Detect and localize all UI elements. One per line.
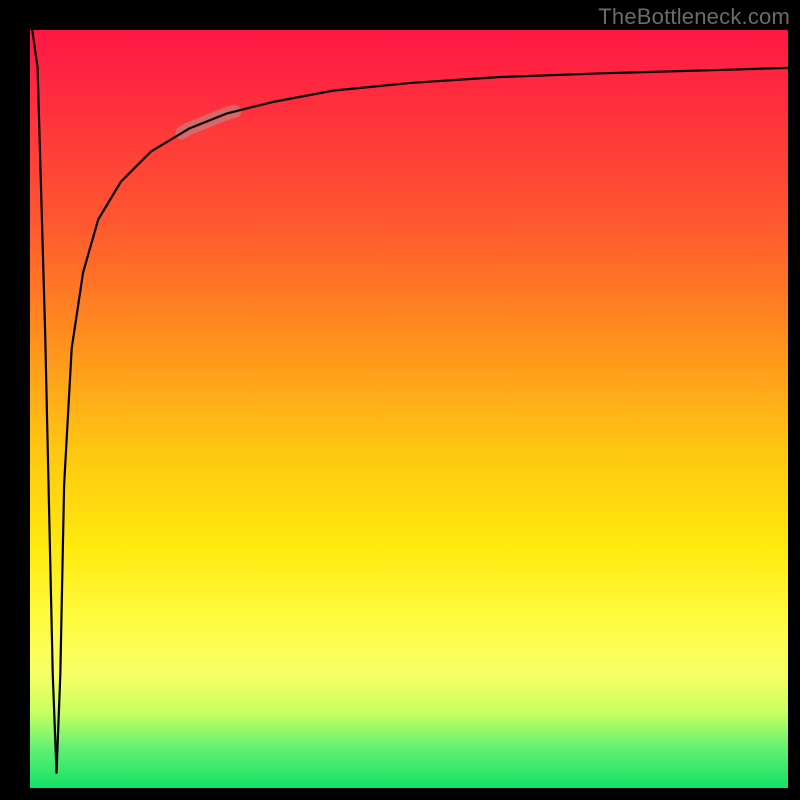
- watermark-text: TheBottleneck.com: [598, 4, 790, 30]
- bottleneck-curve: [32, 30, 788, 773]
- highlight-segment: [182, 111, 235, 133]
- chart-frame: TheBottleneck.com: [0, 0, 800, 800]
- curve-svg: [30, 30, 788, 788]
- plot-area: [30, 30, 788, 788]
